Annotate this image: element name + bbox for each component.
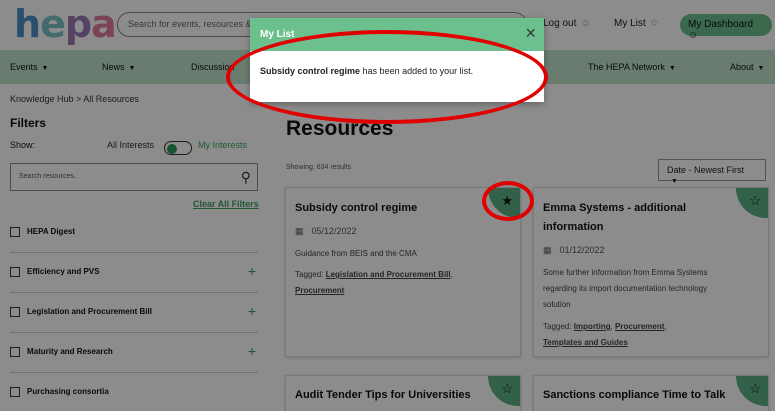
annotation-ellipse [482,181,534,221]
modal-title: My List [260,29,295,40]
annotation-ellipse [226,30,548,124]
close-icon[interactable]: × [525,23,536,44]
